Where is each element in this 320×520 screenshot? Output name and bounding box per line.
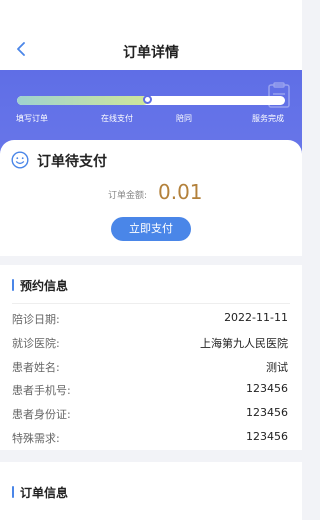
row-label-date: 陪诊日期: — [12, 313, 60, 326]
status-title: 订单待支付 — [37, 154, 107, 170]
amount-label: 订单金额: — [108, 191, 148, 201]
order-info-card: 订单信息 — [0, 462, 302, 520]
section-accent-bar — [12, 486, 14, 498]
row-value-hospital: 上海第九人民医院 — [200, 337, 288, 350]
row-value-special-needs: 123456 — [246, 430, 288, 443]
row-value-id-card: 123456 — [246, 406, 288, 419]
row-label-id-card: 患者身份证: — [12, 408, 71, 421]
row-label-special-needs: 特殊需求: — [12, 432, 60, 445]
progress-fill — [17, 96, 149, 105]
nav-header: 订单详情 — [0, 0, 302, 70]
appointment-info-card: 预约信息 陪诊日期: 2022-11-11 就诊医院: 上海第九人民医院 患者姓… — [0, 265, 302, 450]
pay-now-button[interactable]: 立即支付 — [111, 217, 191, 241]
section-accent-bar — [12, 279, 14, 291]
divider — [12, 303, 290, 304]
status-card: 订单待支付 订单金额: 0.01 立即支付 — [0, 140, 302, 256]
row-label-hospital: 就诊医院: — [12, 337, 60, 350]
section-title: 预约信息 — [20, 279, 69, 293]
progress-knob — [143, 95, 152, 104]
step-label-complete: 服务完成 — [252, 114, 284, 123]
row-value-patient-name: 测试 — [266, 361, 288, 374]
step-label-online-pay: 在线支付 — [101, 114, 133, 123]
row-label-patient-name: 患者姓名: — [12, 361, 60, 374]
row-value-phone: 123456 — [246, 382, 288, 395]
amount-value: 0.01 — [158, 180, 203, 204]
smile-icon — [11, 151, 29, 169]
row-label-phone: 患者手机号: — [12, 384, 71, 397]
step-label-accompany: 陪同 — [176, 114, 192, 123]
page-title: 订单详情 — [123, 45, 179, 61]
row-value-date: 2022-11-11 — [224, 311, 288, 324]
section-title: 订单信息 — [20, 486, 69, 500]
step-label-fill-order: 填写订单 — [16, 114, 48, 123]
